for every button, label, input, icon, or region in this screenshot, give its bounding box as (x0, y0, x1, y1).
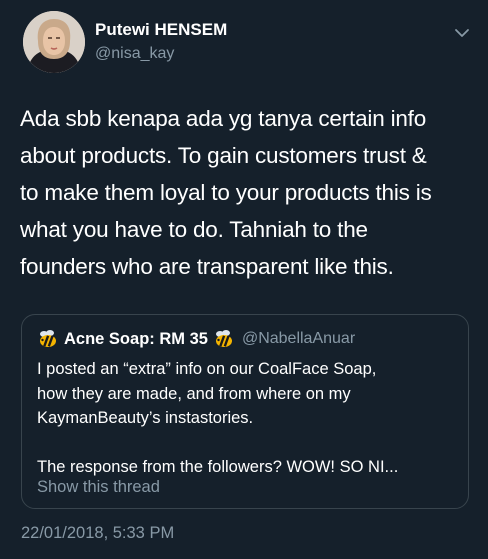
tweet-text-line: about products. To gain customers trust … (20, 143, 427, 168)
avatar[interactable] (23, 11, 85, 73)
tweet-text: Ada sbb kenapa ada yg tanya certain info… (20, 100, 475, 285)
tweet-text-line: what you have to do. Tahniah to the (20, 217, 368, 242)
quoted-text-break (37, 431, 457, 455)
tweet-text-line: Ada sbb kenapa ada yg tanya certain info (20, 106, 427, 131)
bee-icon (38, 329, 58, 349)
tweet-timestamp[interactable]: 22/01/2018, 5:33 PM (21, 524, 174, 543)
quoted-text-line: I posted an “extra” info on our CoalFace… (37, 360, 377, 378)
quoted-text-line: The response from the followers? WOW! SO… (37, 457, 399, 476)
quoted-author-handle[interactable]: @NabellaAnuar (242, 330, 355, 348)
tweet-text-line: founders who are transparent like this. (20, 254, 394, 279)
quoted-tweet-text: I posted an “extra” info on our CoalFace… (37, 357, 457, 479)
bee-icon (214, 329, 234, 349)
author-handle[interactable]: @nisa_kay (95, 45, 174, 63)
quoted-text-line: how they are made, and from where on my (37, 384, 351, 403)
quoted-author-name[interactable]: Acne Soap: RM 35 (64, 330, 208, 349)
quoted-tweet-card[interactable]: Acne Soap: RM 35 @NabellaAnuar I posted … (21, 314, 469, 509)
profile-photo-icon (23, 11, 85, 73)
chevron-down-icon[interactable] (453, 26, 471, 40)
tweet-text-line: to make them loyal to your products this… (20, 180, 432, 205)
author-display-name[interactable]: Putewi HENSEM (95, 20, 227, 40)
quoted-tweet-header: Acne Soap: RM 35 @NabellaAnuar (38, 327, 355, 351)
show-thread-link[interactable]: Show this thread (37, 478, 160, 497)
quoted-text-line: KaymanBeauty’s instastories. (37, 409, 254, 427)
